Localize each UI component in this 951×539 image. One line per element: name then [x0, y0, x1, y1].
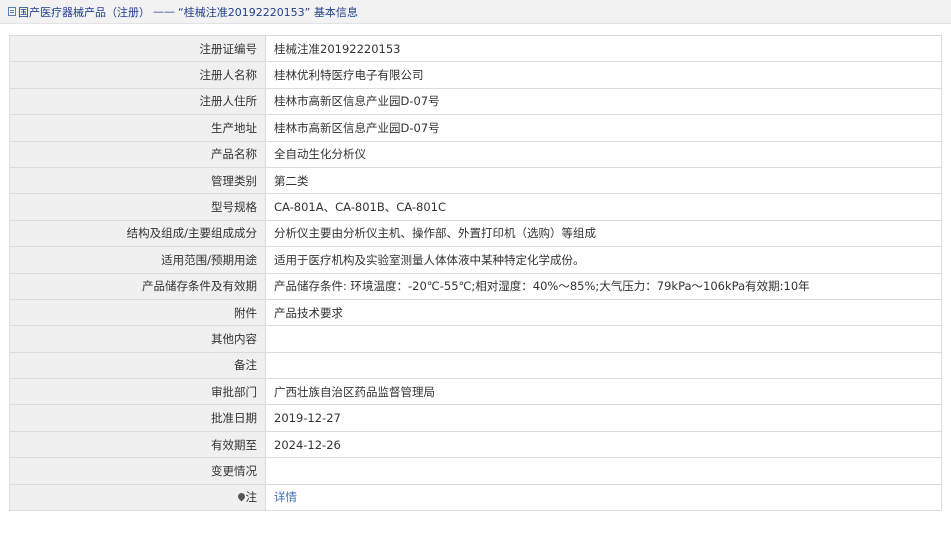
field-value: [265, 457, 942, 485]
field-label: 注册人住所: [9, 87, 266, 116]
field-value: 产品储存条件: 环境温度：-20℃-55℃;相对湿度：40%～85%;大气压力：…: [265, 272, 942, 300]
field-value-note: 详情: [265, 483, 942, 512]
table-row-change: 变更情况: [9, 457, 942, 485]
field-value: [265, 325, 942, 353]
table-row-structure: 结构及组成/主要组成成分 分析仪主要由分析仪主机、操作部、外置打印机（选购）等组…: [9, 219, 942, 248]
table-row-attachment: 附件 产品技术要求: [9, 298, 942, 327]
details-link[interactable]: 详情: [274, 490, 297, 504]
field-label: 审批部门: [9, 378, 266, 406]
table-row-approval-date: 批准日期 2019-12-27: [9, 404, 942, 432]
note-label: 注: [245, 490, 258, 505]
breadcrumb-current: “桂械注准20192220153” 基本信息: [178, 5, 358, 19]
field-label-note: 注: [9, 483, 266, 512]
field-label: 管理类别: [9, 166, 266, 195]
table-row-approval-dept: 审批部门 广西壮族自治区药品监督管理局: [9, 378, 942, 406]
field-label: 注册人名称: [9, 61, 266, 89]
table-row-registrant-address: 注册人住所 桂林市高新区信息产业园D-07号: [9, 87, 942, 116]
table-row-scope: 适用范围/预期用途 适用于医疗机构及实验室测量人体体液中某种特定化学成份。: [9, 246, 942, 274]
field-label: 注册证编号: [9, 34, 266, 63]
field-value: CA-801A、CA-801B、CA-801C: [265, 193, 942, 221]
table-row-note: 注 详情: [9, 483, 942, 512]
table-row-other: 其他内容: [9, 325, 942, 353]
field-value: 桂械注准20192220153: [265, 34, 942, 63]
table-row-registration-no: 注册证编号 桂械注准20192220153: [9, 34, 942, 63]
table-row-registrant-name: 注册人名称 桂林优利特医疗电子有限公司: [9, 61, 942, 89]
field-label: 有效期至: [9, 430, 266, 459]
field-label: 批准日期: [9, 404, 266, 432]
breadcrumb-separator: ——: [153, 5, 175, 18]
field-value: 2024-12-26: [265, 430, 942, 459]
table-row-valid-until: 有效期至 2024-12-26: [9, 430, 942, 459]
breadcrumb: 国产医疗器械产品（注册） —— “桂械注准20192220153” 基本信息: [0, 0, 951, 24]
field-value: [265, 351, 942, 380]
table-row-remarks: 备注: [9, 351, 942, 380]
table-row-management-class: 管理类别 第二类: [9, 166, 942, 195]
field-value: 2019-12-27: [265, 404, 942, 432]
field-label: 其他内容: [9, 325, 266, 353]
field-value: 适用于医疗机构及实验室测量人体体液中某种特定化学成份。: [265, 246, 942, 274]
field-value: 桂林优利特医疗电子有限公司: [265, 61, 942, 89]
field-value: 第二类: [265, 166, 942, 195]
field-label: 型号规格: [9, 193, 266, 221]
map-pin-icon: [236, 491, 246, 502]
table-row-production-address: 生产地址 桂林市高新区信息产业园D-07号: [9, 114, 942, 142]
field-value: 广西壮族自治区药品监督管理局: [265, 378, 942, 406]
field-label: 生产地址: [9, 114, 266, 142]
field-value: 桂林市高新区信息产业园D-07号: [265, 87, 942, 116]
table-row-storage: 产品储存条件及有效期 产品储存条件: 环境温度：-20℃-55℃;相对湿度：40…: [9, 272, 942, 300]
info-table: 注册证编号 桂械注准20192220153 注册人名称 桂林优利特医疗电子有限公…: [9, 34, 942, 512]
field-label: 结构及组成/主要组成成分: [9, 219, 266, 248]
table-row-model-spec: 型号规格 CA-801A、CA-801B、CA-801C: [9, 193, 942, 221]
field-value: 桂林市高新区信息产业园D-07号: [265, 114, 942, 142]
field-value: 分析仪主要由分析仪主机、操作部、外置打印机（选购）等组成: [265, 219, 942, 248]
field-value: 全自动生化分析仪: [265, 140, 942, 168]
breadcrumb-root-link[interactable]: 国产医疗器械产品（注册）: [18, 4, 150, 20]
field-label: 备注: [9, 351, 266, 380]
field-label: 产品名称: [9, 140, 266, 168]
field-label: 变更情况: [9, 457, 266, 485]
field-label: 产品储存条件及有效期: [9, 272, 266, 300]
field-label: 附件: [9, 298, 266, 327]
document-icon: [8, 7, 16, 16]
field-value: 产品技术要求: [265, 298, 942, 327]
field-label: 适用范围/预期用途: [9, 246, 266, 274]
table-row-product-name: 产品名称 全自动生化分析仪: [9, 140, 942, 168]
